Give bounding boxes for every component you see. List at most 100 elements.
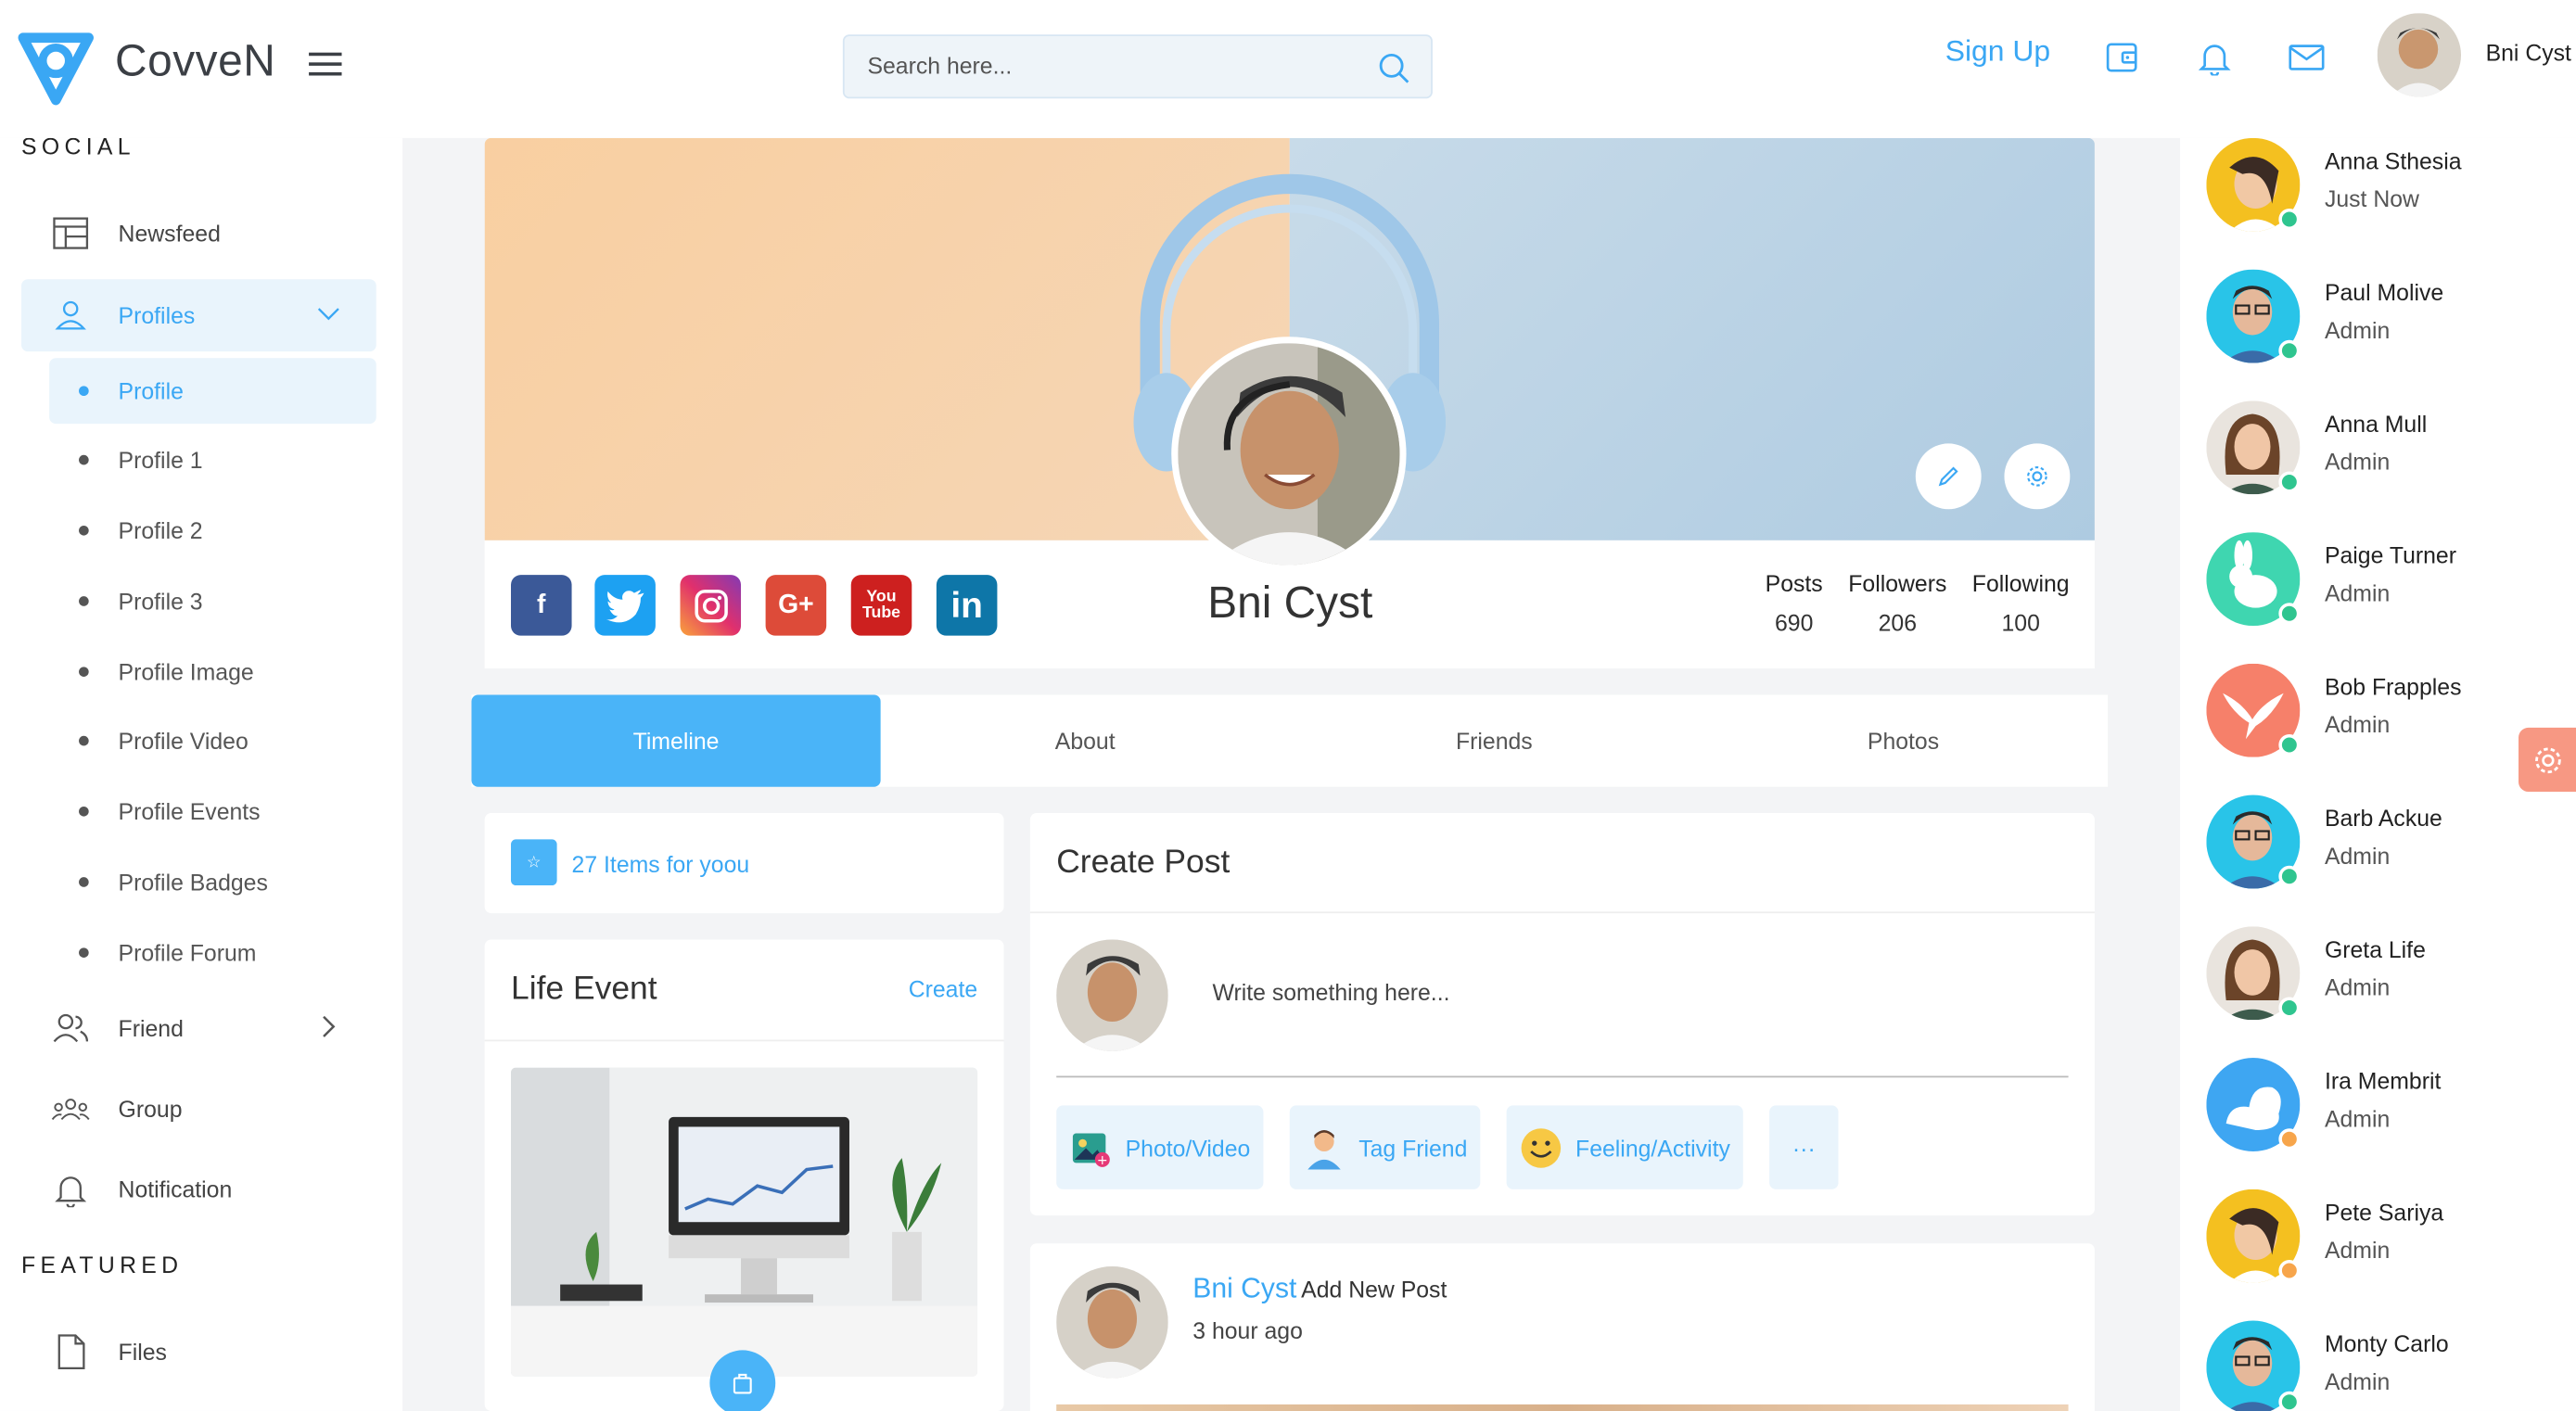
contact-item[interactable]: Anna Mull Admin	[2206, 400, 2568, 499]
contact-item[interactable]: Pete Sariya Admin	[2206, 1189, 2568, 1288]
section-title-featured: FEATURED	[21, 1252, 184, 1278]
sidebar-item-newsfeed[interactable]: Newsfeed	[21, 197, 376, 270]
create-life-event-link[interactable]: Create	[909, 975, 977, 1001]
items-text[interactable]: 27 Items for yoou	[572, 851, 750, 877]
tab-photos[interactable]: Photos	[1699, 694, 2108, 786]
menu-toggle-icon[interactable]	[309, 52, 345, 79]
sub-item-profile-forum[interactable]: Profile Forum	[49, 920, 376, 985]
items-card[interactable]: ☆ 27 Items for yoou	[484, 813, 1004, 914]
newsfeed-icon	[51, 213, 91, 253]
signup-link[interactable]: Sign Up	[1945, 34, 2050, 69]
sub-item-profile[interactable]: Profile	[49, 358, 376, 425]
tab-about[interactable]: About	[881, 694, 1290, 786]
mail-icon[interactable]	[2289, 40, 2325, 76]
sub-item-profile-1[interactable]: Profile 1	[49, 427, 376, 493]
sidebar-item-profiles[interactable]: Profiles	[21, 279, 376, 352]
cover-settings-button[interactable]	[2004, 443, 2071, 510]
contact-item[interactable]: Paul Molive Admin	[2206, 269, 2568, 368]
instagram-icon[interactable]	[680, 575, 742, 636]
post-input[interactable]	[1212, 978, 2001, 1006]
contact-name: Barb Ackue	[2324, 805, 2442, 832]
tab-timeline[interactable]: Timeline	[471, 694, 881, 787]
contact-name: Ira Membrit	[2324, 1067, 2442, 1095]
sidebar-item-group[interactable]: Group	[21, 1073, 376, 1145]
sidebar-item-friend[interactable]: Friend	[21, 992, 376, 1064]
sub-item-profile-badges[interactable]: Profile Badges	[49, 849, 376, 915]
contact-item[interactable]: Paige Turner Admin	[2206, 532, 2568, 630]
stat-value: 100	[2001, 609, 2040, 636]
stat-value: 206	[1878, 609, 1917, 636]
pencil-icon	[1938, 466, 1958, 487]
youtube-icon[interactable]: You Tube	[850, 575, 912, 636]
create-post-title: Create Post	[1056, 844, 1231, 881]
sub-item-profile-image[interactable]: Profile Image	[49, 639, 376, 705]
stat-following[interactable]: Following 100	[1968, 570, 2072, 636]
sidebar-item-label: Friend	[118, 1014, 184, 1042]
brand-name[interactable]: CovveN	[115, 36, 275, 87]
stat-label: Following	[1971, 569, 2070, 597]
online-status-dot	[2278, 1391, 2301, 1411]
sub-item-label: Profile Events	[118, 798, 261, 825]
contact-item[interactable]: Barb Ackue Admin	[2206, 794, 2568, 894]
facebook-icon[interactable]: f	[510, 575, 572, 636]
contact-role: Admin	[2324, 1237, 2391, 1264]
sidebar-item-label: Newsfeed	[118, 220, 221, 247]
linkedin-icon[interactable]: in	[936, 575, 998, 636]
user-avatar[interactable]	[2377, 13, 2462, 97]
sub-item-label: Profile Video	[118, 727, 249, 755]
tab-friends[interactable]: Friends	[1290, 694, 1699, 786]
user-name[interactable]: Bni Cyst	[2486, 40, 2571, 66]
contacts-sidebar: Anna Sthesia Just Now Paul Molive Admin …	[2180, 137, 2576, 1411]
sidebar-item-label: Files	[118, 1339, 167, 1366]
settings-panel-toggle[interactable]	[2519, 727, 2576, 793]
online-status-dot	[2278, 209, 2301, 231]
sub-item-profile-events[interactable]: Profile Events	[49, 779, 376, 845]
search-box[interactable]	[842, 34, 1433, 99]
feeling-activity-button[interactable]: Feeling/Activity	[1506, 1105, 1743, 1189]
contact-name: Greta Life	[2324, 935, 2426, 963]
sub-item-profile-2[interactable]: Profile 2	[49, 498, 376, 564]
sub-item-profile-video[interactable]: Profile Video	[49, 708, 376, 774]
online-status-dot	[2278, 603, 2301, 625]
sub-item-label: Profile 3	[118, 588, 203, 615]
sub-item-label: Profile	[118, 377, 184, 404]
feed-author-name[interactable]: Bni Cyst	[1192, 1273, 1296, 1305]
search-input[interactable]	[867, 52, 1360, 80]
wallet-icon[interactable]	[2105, 40, 2141, 76]
edit-cover-button[interactable]	[1915, 443, 1982, 510]
contact-role: Admin	[2324, 579, 2391, 606]
stat-followers[interactable]: Followers 206	[1845, 570, 1950, 636]
more-options-button[interactable]: ···	[1769, 1105, 1839, 1189]
feed-action-text: Add New Post	[1301, 1276, 1447, 1303]
stat-posts[interactable]: Posts 690	[1758, 570, 1830, 636]
brand-logo-icon[interactable]	[13, 25, 98, 110]
contact-name: Bob Frapples	[2324, 673, 2462, 700]
sub-item-label: Profile Forum	[118, 939, 257, 966]
profile-avatar[interactable]	[1171, 337, 1407, 572]
sub-item-profile-3[interactable]: Profile 3	[49, 568, 376, 634]
online-status-dot	[2278, 733, 2301, 756]
sidebar-item-label: Profiles	[118, 302, 196, 329]
life-event-badge-button[interactable]	[709, 1350, 776, 1411]
top-header: CovveN Sign Up Bni Cyst	[0, 0, 2576, 138]
sub-item-label: Profile 1	[118, 446, 203, 474]
bell-icon[interactable]	[2197, 40, 2233, 76]
contact-item[interactable]: Anna Sthesia Just Now	[2206, 137, 2568, 236]
search-icon[interactable]	[1378, 53, 1410, 85]
google-plus-icon[interactable]: G+	[765, 575, 827, 636]
action-label: Tag Friend	[1358, 1134, 1468, 1161]
contact-name: Paige Turner	[2324, 541, 2456, 569]
sidebar-item-notification[interactable]: Notification	[21, 1153, 376, 1226]
life-event-image[interactable]	[510, 1067, 978, 1377]
sidebar-item-files[interactable]: Files	[21, 1316, 376, 1388]
twitter-icon[interactable]	[594, 575, 656, 636]
post-author-avatar[interactable]	[1056, 1266, 1168, 1379]
contact-item[interactable]: Ira Membrit Admin	[2206, 1058, 2568, 1156]
tag-friend-button[interactable]: Tag Friend	[1289, 1105, 1481, 1189]
contact-item[interactable]: Greta Life Admin	[2206, 926, 2568, 1024]
photo-video-button[interactable]: + Photo/Video	[1056, 1105, 1264, 1189]
group-icon	[51, 1089, 91, 1129]
contact-item[interactable]: Monty Carlo Admin	[2206, 1320, 2568, 1411]
contact-item[interactable]: Bob Frapples Admin	[2206, 663, 2568, 762]
gear-icon	[2027, 466, 2047, 487]
